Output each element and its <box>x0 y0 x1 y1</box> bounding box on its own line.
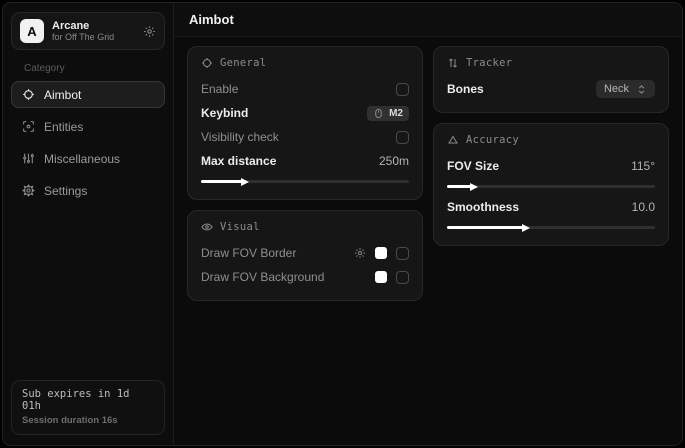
crosshair-icon <box>201 57 213 69</box>
smoothness-slider[interactable] <box>447 226 655 229</box>
mouse-icon <box>373 108 384 119</box>
scan-eye-icon <box>22 120 35 133</box>
panel-general-header: General <box>201 57 409 69</box>
panel-title-text: Visual <box>220 221 260 233</box>
keybind-row: Keybind M2 <box>201 102 409 124</box>
bones-value: Neck <box>604 83 629 95</box>
fov-border-color-swatch[interactable] <box>375 247 387 259</box>
draw-fov-border-checkbox[interactable] <box>396 247 409 260</box>
keybind-label: Keybind <box>201 106 248 120</box>
chevron-up-down-icon <box>636 84 647 95</box>
draw-fov-background-label: Draw FOV Background <box>201 270 324 284</box>
sub-expiry-text: Sub expires in 1d 01h <box>22 388 154 412</box>
session-duration-text: Session duration 16s <box>22 415 154 426</box>
slider-thumb[interactable] <box>241 178 249 186</box>
sidebar-item-miscellaneous[interactable]: Miscellaneous <box>11 145 165 172</box>
bones-row: Bones Neck <box>447 78 655 100</box>
max-distance-slider[interactable] <box>201 180 409 183</box>
draw-fov-border-row: Draw FOV Border <box>201 242 409 264</box>
slider-fill <box>447 226 524 229</box>
sidebar: A Arcane for Off The Grid Category Aimbo… <box>3 3 174 445</box>
bones-select[interactable]: Neck <box>596 80 655 98</box>
enable-checkbox[interactable] <box>396 83 409 96</box>
fov-size-row: FOV Size 115° <box>447 155 655 177</box>
draw-fov-border-label: Draw FOV Border <box>201 246 296 260</box>
panel-tracker-header: Tracker <box>447 57 655 69</box>
fov-size-value: 115° <box>631 159 655 173</box>
draw-fov-background-checkbox[interactable] <box>396 271 409 284</box>
max-distance-row: Max distance 250m <box>201 150 409 172</box>
sidebar-item-label: Aimbot <box>44 88 81 102</box>
draw-fov-border-controls <box>354 247 409 260</box>
app-title: Arcane <box>52 20 135 33</box>
panel-title-text: General <box>220 57 266 69</box>
keybind-value: M2 <box>389 108 403 119</box>
draw-fov-background-controls <box>375 271 409 284</box>
panel-general: General Enable Keybind <box>187 46 423 200</box>
sidebar-item-label: Miscellaneous <box>44 152 120 166</box>
bones-label: Bones <box>447 82 484 96</box>
eye-icon <box>201 221 213 233</box>
sidebar-item-aimbot[interactable]: Aimbot <box>11 81 165 108</box>
subscription-card: Sub expires in 1d 01h Session duration 1… <box>11 380 165 435</box>
draw-fov-background-row: Draw FOV Background <box>201 266 409 288</box>
panel-title-text: Accuracy <box>466 134 519 146</box>
panel-accuracy-header: Accuracy <box>447 134 655 146</box>
gear-icon[interactable] <box>143 25 156 38</box>
slider-fill <box>447 185 472 188</box>
enable-row: Enable <box>201 78 409 100</box>
smoothness-row: Smoothness 10.0 <box>447 196 655 218</box>
gear-icon <box>22 184 35 197</box>
panel-visual-header: Visual <box>201 221 409 233</box>
triangle-icon <box>447 134 459 146</box>
max-distance-value: 250m <box>379 154 409 168</box>
max-distance-label: Max distance <box>201 154 276 168</box>
panel-accuracy: Accuracy FOV Size 115° Smoothness 10.0 <box>433 123 669 246</box>
slider-fill <box>201 180 243 183</box>
sidebar-item-label: Settings <box>44 184 87 198</box>
swap-vertical-icon <box>447 57 459 69</box>
gear-icon[interactable] <box>354 247 366 259</box>
visibility-check-checkbox[interactable] <box>396 131 409 144</box>
smoothness-label: Smoothness <box>447 200 519 214</box>
logo-card: A Arcane for Off The Grid <box>11 12 165 50</box>
sidebar-item-entities[interactable]: Entities <box>11 113 165 140</box>
main-area: Aimbot General Enable <box>174 3 682 445</box>
enable-label: Enable <box>201 82 238 96</box>
panel-visual: Visual Draw FOV Border <box>187 210 423 301</box>
app-window: A Arcane for Off The Grid Category Aimbo… <box>2 2 683 446</box>
panel-title-text: Tracker <box>466 57 512 69</box>
app-logo: A <box>20 19 44 43</box>
panel-tracker: Tracker Bones Neck <box>433 46 669 113</box>
app-subtitle: for Off The Grid <box>52 32 135 42</box>
keybind-button[interactable]: M2 <box>367 106 409 121</box>
slider-thumb[interactable] <box>470 183 478 191</box>
sliders-icon <box>22 152 35 165</box>
slider-thumb[interactable] <box>522 224 530 232</box>
sidebar-item-settings[interactable]: Settings <box>11 177 165 204</box>
sidebar-item-label: Entities <box>44 120 83 134</box>
fov-size-label: FOV Size <box>447 159 499 173</box>
right-column: Tracker Bones Neck <box>433 46 669 246</box>
visibility-check-row: Visibility check <box>201 126 409 148</box>
crosshair-icon <box>22 88 35 101</box>
fov-size-slider[interactable] <box>447 185 655 188</box>
logo-text: Arcane for Off The Grid <box>52 20 135 43</box>
fov-background-color-swatch[interactable] <box>375 271 387 283</box>
left-column: General Enable Keybind <box>187 46 423 301</box>
smoothness-value: 10.0 <box>632 200 655 214</box>
content-grid: General Enable Keybind <box>174 37 682 445</box>
category-label: Category <box>24 63 165 74</box>
page-title: Aimbot <box>174 3 682 37</box>
visibility-check-label: Visibility check <box>201 130 279 144</box>
